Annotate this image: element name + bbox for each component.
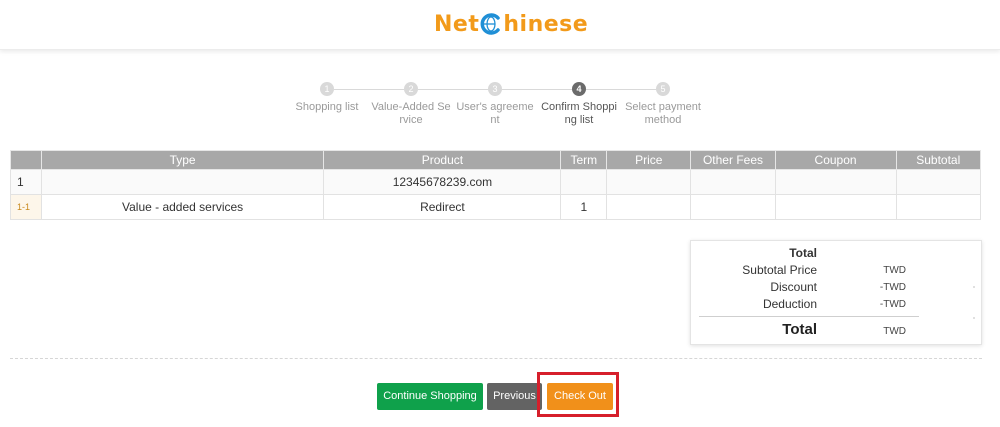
previous-button[interactable]: Previous (487, 383, 542, 410)
table-header-row: Type Product Term Price Other Fees Coupo… (10, 150, 981, 170)
logo-text-net: Net (434, 11, 480, 37)
step-label: Select payment method (625, 101, 701, 126)
col-header-other-fees: Other Fees (690, 150, 776, 170)
table-row: 1-1 Value - added services Redirect 1 (10, 194, 981, 220)
col-header-type: Type (40, 150, 325, 170)
deduction-value: -TWD (879, 299, 906, 310)
deduction-label: Deduction (762, 297, 817, 311)
cell-term (560, 169, 608, 195)
continue-shopping-button[interactable]: Continue Shopping (377, 383, 483, 410)
logo-text-hinese: hinese (503, 11, 589, 37)
deduction-row: Deduction -TWD (691, 297, 981, 314)
cell-type (40, 169, 325, 195)
section-divider (10, 358, 982, 359)
step-number: 3 (488, 82, 502, 96)
row-index: 1 (10, 169, 42, 195)
scroll-marker (973, 317, 975, 319)
subtotal-value: TWD (883, 265, 906, 276)
shopping-list-table: Type Product Term Price Other Fees Coupo… (10, 150, 981, 220)
cell-other-fees (690, 169, 776, 195)
site-logo[interactable]: Net hinese (434, 8, 588, 40)
col-header-coupon: Coupon (774, 150, 897, 170)
step-number: 5 (656, 82, 670, 96)
step-label: Value-Added Service (371, 101, 451, 126)
step-shopping-list: 1 Shopping list (282, 82, 372, 114)
totals-heading: Total (789, 246, 817, 260)
col-header-term: Term (560, 150, 608, 170)
cell-product: Redirect (323, 194, 562, 220)
step-label: Shopping list (295, 101, 359, 113)
totals-divider (699, 316, 919, 317)
subtotal-row: Subtotal Price TWD (691, 263, 981, 280)
table-row: 1 12345678239.com (10, 169, 981, 195)
subtotal-label: Subtotal Price (742, 263, 817, 277)
step-number: 2 (404, 82, 418, 96)
col-header-price: Price (606, 150, 692, 170)
discount-row: Discount -TWD (691, 280, 981, 297)
cell-type: Value - added services (40, 194, 325, 220)
grand-total-label: Total (782, 321, 817, 338)
cell-price (606, 169, 692, 195)
step-number: 1 (320, 82, 334, 96)
step-number: 4 (572, 82, 586, 96)
site-header: Net hinese (0, 0, 1000, 50)
step-label: Confirm Shopping list (541, 101, 617, 126)
step-users-agreement: 3 User's agreement (450, 82, 540, 127)
globe-c-icon (480, 13, 501, 35)
col-header-product: Product (323, 150, 562, 170)
cell-coupon (774, 169, 897, 195)
col-header-index (10, 150, 42, 170)
grand-total-row: Total TWD (691, 321, 981, 338)
cell-term: 1 (560, 194, 608, 220)
cell-subtotal (895, 169, 981, 195)
cell-subtotal (895, 194, 981, 220)
cell-other-fees (690, 194, 776, 220)
cell-product: 12345678239.com (323, 169, 562, 195)
scroll-marker (973, 286, 975, 288)
cell-coupon (774, 194, 897, 220)
step-select-payment-method: 5 Select payment method (618, 82, 708, 127)
totals-heading-row: Total (691, 246, 981, 263)
grand-total-value: TWD (883, 326, 906, 337)
order-totals-box: Total Subtotal Price TWD Discount -TWD D… (690, 240, 982, 345)
step-label: User's agreement (456, 101, 534, 126)
check-out-highlight-box (537, 372, 619, 417)
step-confirm-shopping-list: 4 Confirm Shopping list (534, 82, 624, 127)
checkout-progress-steps: 1 Shopping list 2 Value-Added Service 3 … (0, 82, 1000, 132)
row-index: 1-1 (10, 194, 42, 220)
col-header-subtotal: Subtotal (895, 150, 981, 170)
discount-value: -TWD (879, 282, 906, 293)
cell-price (606, 194, 692, 220)
step-value-added-service: 2 Value-Added Service (366, 82, 456, 127)
discount-label: Discount (770, 280, 817, 294)
